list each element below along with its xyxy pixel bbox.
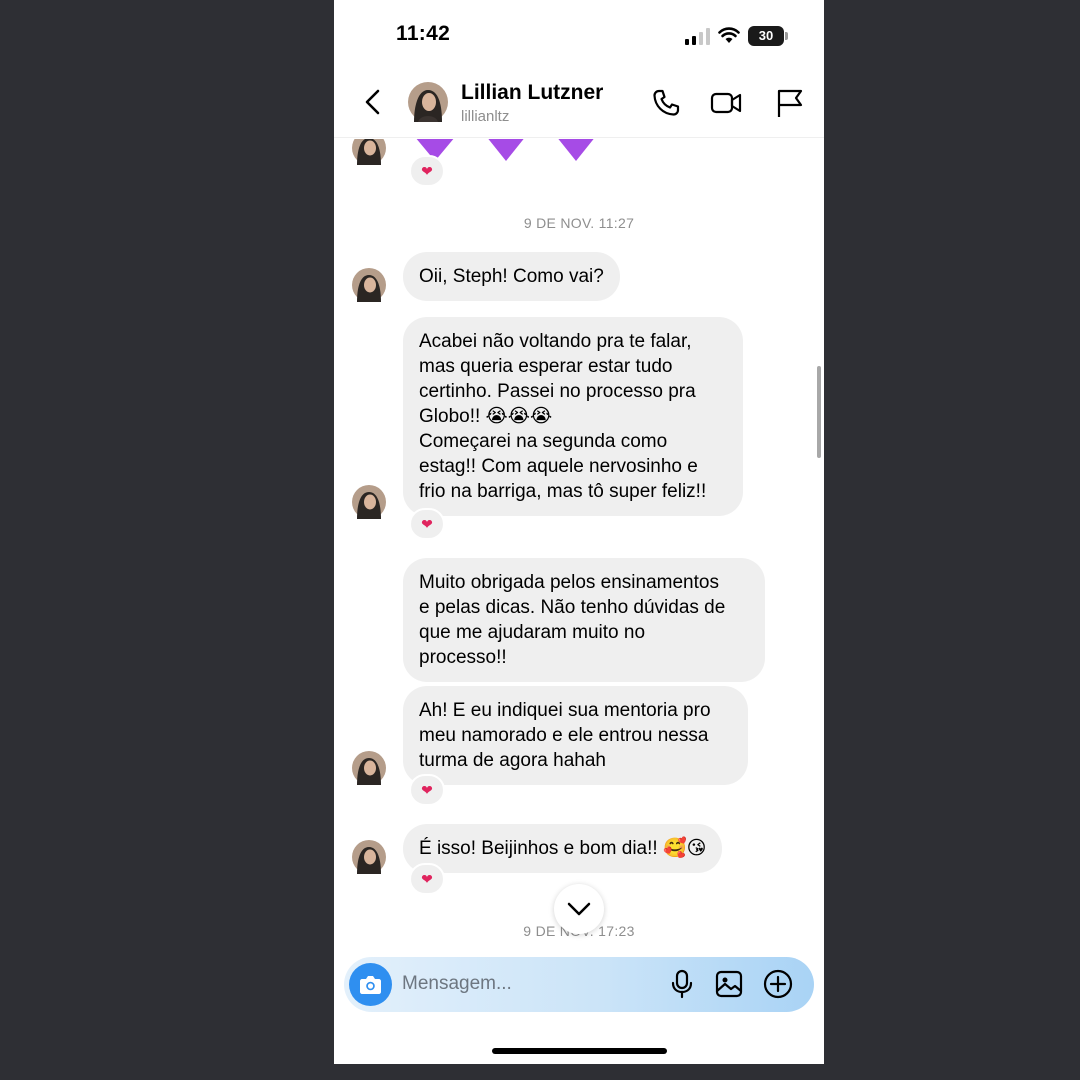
scroll-to-bottom-button[interactable] xyxy=(554,884,604,934)
chevron-down-icon xyxy=(567,902,591,916)
back-icon[interactable] xyxy=(362,88,384,116)
wifi-icon xyxy=(718,27,740,43)
heart-reaction[interactable]: ❤ xyxy=(409,508,445,540)
avatar xyxy=(352,268,386,302)
message-line: certinho. Passei no processo pra xyxy=(419,381,696,402)
status-time: 11:42 xyxy=(396,22,451,45)
message-line: turma de agora hahah xyxy=(419,750,606,771)
message-input[interactable] xyxy=(402,967,652,1001)
message-line: estag!! Com aquele nervosinho e xyxy=(419,456,698,477)
message-line: Oii, Steph! Como vai? xyxy=(419,266,604,287)
add-icon[interactable] xyxy=(763,969,793,999)
message-thread[interactable]: ❤ 9 DE NOV. 11:27 Oii, Steph! Como vai? … xyxy=(334,139,824,954)
chat-header: Lillian Lutzner lillianltz xyxy=(334,70,824,138)
message-bubble[interactable]: Ah! E eu indiquei sua mentoria pro meu n… xyxy=(403,686,748,785)
message-composer xyxy=(344,957,814,1012)
camera-button[interactable] xyxy=(349,963,392,1006)
message-line: Acabei não voltando pra te falar, xyxy=(419,331,692,352)
camera-icon xyxy=(360,976,381,994)
message-line: Começarei na segunda como xyxy=(419,431,668,452)
phone-screen: 11:42 30 Lillian Lutzner lillianltz ❤ 9 … xyxy=(334,0,824,1064)
contact-name[interactable]: Lillian Lutzner xyxy=(461,81,603,105)
avatar xyxy=(352,485,386,519)
background-strip xyxy=(0,1064,1080,1080)
gallery-icon[interactable] xyxy=(714,969,744,999)
microphone-icon[interactable] xyxy=(667,969,697,999)
avatar xyxy=(352,840,386,874)
battery-tip xyxy=(785,32,788,40)
timestamp: 9 DE NOV. 11:27 xyxy=(523,215,635,231)
status-bar: 11:42 30 xyxy=(334,0,824,70)
message-line: processo!! xyxy=(419,647,507,668)
message-bubble[interactable]: Oii, Steph! Como vai? xyxy=(403,252,620,301)
heart-reaction[interactable]: ❤ xyxy=(409,863,445,895)
message-line: Muito obrigada pelos ensinamentos xyxy=(419,572,719,593)
phone-icon[interactable] xyxy=(650,87,682,119)
contact-handle[interactable]: lillianltz xyxy=(461,108,509,125)
flag-icon[interactable] xyxy=(774,87,806,119)
avatar xyxy=(352,139,386,165)
message-bubble[interactable]: Acabei não voltando pra te falar, mas qu… xyxy=(403,317,743,516)
avatar[interactable] xyxy=(408,82,448,122)
heart-reaction[interactable]: ❤ xyxy=(409,155,445,187)
message-line: mas queria esperar estar tudo xyxy=(419,356,673,377)
avatar xyxy=(352,751,386,785)
message-line: meu namorado e ele entrou nessa xyxy=(419,725,709,746)
cellular-signal-icon xyxy=(685,28,710,45)
message-bubble[interactable]: É isso! Beijinhos e bom dia!! 🥰😘 xyxy=(403,824,723,873)
video-call-icon[interactable] xyxy=(710,87,742,119)
message-line: que me ajudaram muito no xyxy=(419,622,646,643)
home-indicator[interactable] xyxy=(492,1048,667,1054)
message-line: e pelas dicas. Não tenho dúvidas de xyxy=(419,597,726,618)
message-bubble[interactable]: Muito obrigada pelos ensinamentos e pela… xyxy=(403,558,765,682)
message-line: É isso! Beijinhos e bom dia!! 🥰😘 xyxy=(419,838,707,859)
battery-icon: 30 xyxy=(748,26,784,46)
message-line: frio na barriga, mas tô super feliz!! xyxy=(419,481,707,502)
scrollbar[interactable] xyxy=(817,366,821,458)
heart-reaction[interactable]: ❤ xyxy=(409,774,445,806)
message-line: Globo!! 😭😭😭 xyxy=(419,406,553,427)
message-line: Ah! E eu indiquei sua mentoria pro xyxy=(419,700,711,721)
